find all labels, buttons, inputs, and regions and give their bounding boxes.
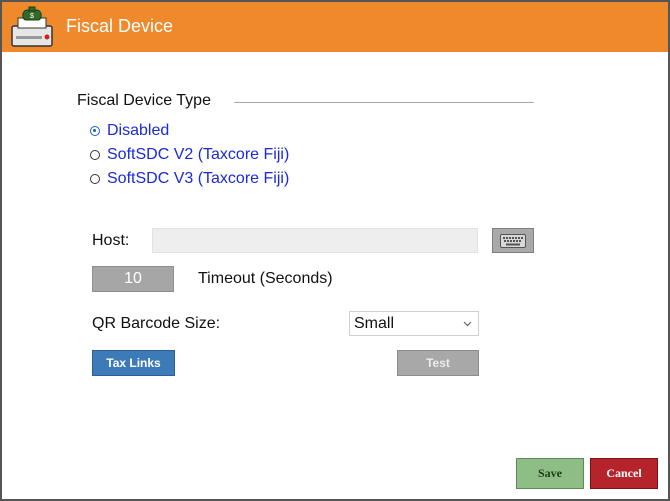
chevron-down-icon <box>463 321 472 326</box>
fiscal-device-window: $ Fiscal Device Fiscal Device Type Disab… <box>0 0 670 501</box>
qr-barcode-size-label: QR Barcode Size: <box>92 315 221 332</box>
window-title: Fiscal Device <box>66 16 174 36</box>
keyboard-icon <box>500 233 526 248</box>
cancel-button[interactable]: Cancel <box>590 458 658 489</box>
timeout-field[interactable]: 10 <box>92 266 174 292</box>
radio-button-checked[interactable] <box>90 126 100 136</box>
tax-links-button[interactable]: Tax Links <box>92 350 175 376</box>
host-input[interactable] <box>152 228 478 253</box>
radio-softsdc-v2[interactable]: SoftSDC V2 (Taxcore Fiji) <box>90 144 289 166</box>
radio-button[interactable] <box>90 174 100 184</box>
timeout-label: Timeout (Seconds) <box>198 270 333 287</box>
group-divider <box>234 102 534 103</box>
radio-label-softsdc-v3: SoftSDC V3 (Taxcore Fiji) <box>107 170 290 187</box>
svg-text:$: $ <box>30 13 34 20</box>
radio-button[interactable] <box>90 150 100 160</box>
radio-label-softsdc-v2: SoftSDC V2 (Taxcore Fiji) <box>107 146 290 163</box>
fiscal-printer-icon: $ <box>11 6 53 47</box>
radio-label-disabled: Disabled <box>107 122 170 139</box>
fiscal-device-type-legend: Fiscal Device Type <box>77 92 211 109</box>
radio-disabled[interactable]: Disabled <box>90 120 169 142</box>
qr-barcode-size-value: Small <box>354 314 395 332</box>
radio-softsdc-v3[interactable]: SoftSDC V3 (Taxcore Fiji) <box>90 168 289 190</box>
title-bar: $ Fiscal Device <box>2 2 668 52</box>
qr-barcode-size-select[interactable]: Small <box>349 311 479 336</box>
host-label: Host: <box>92 232 130 249</box>
save-button[interactable]: Save <box>516 458 584 489</box>
on-screen-keyboard-button[interactable] <box>492 228 534 253</box>
test-button[interactable]: Test <box>397 350 479 376</box>
